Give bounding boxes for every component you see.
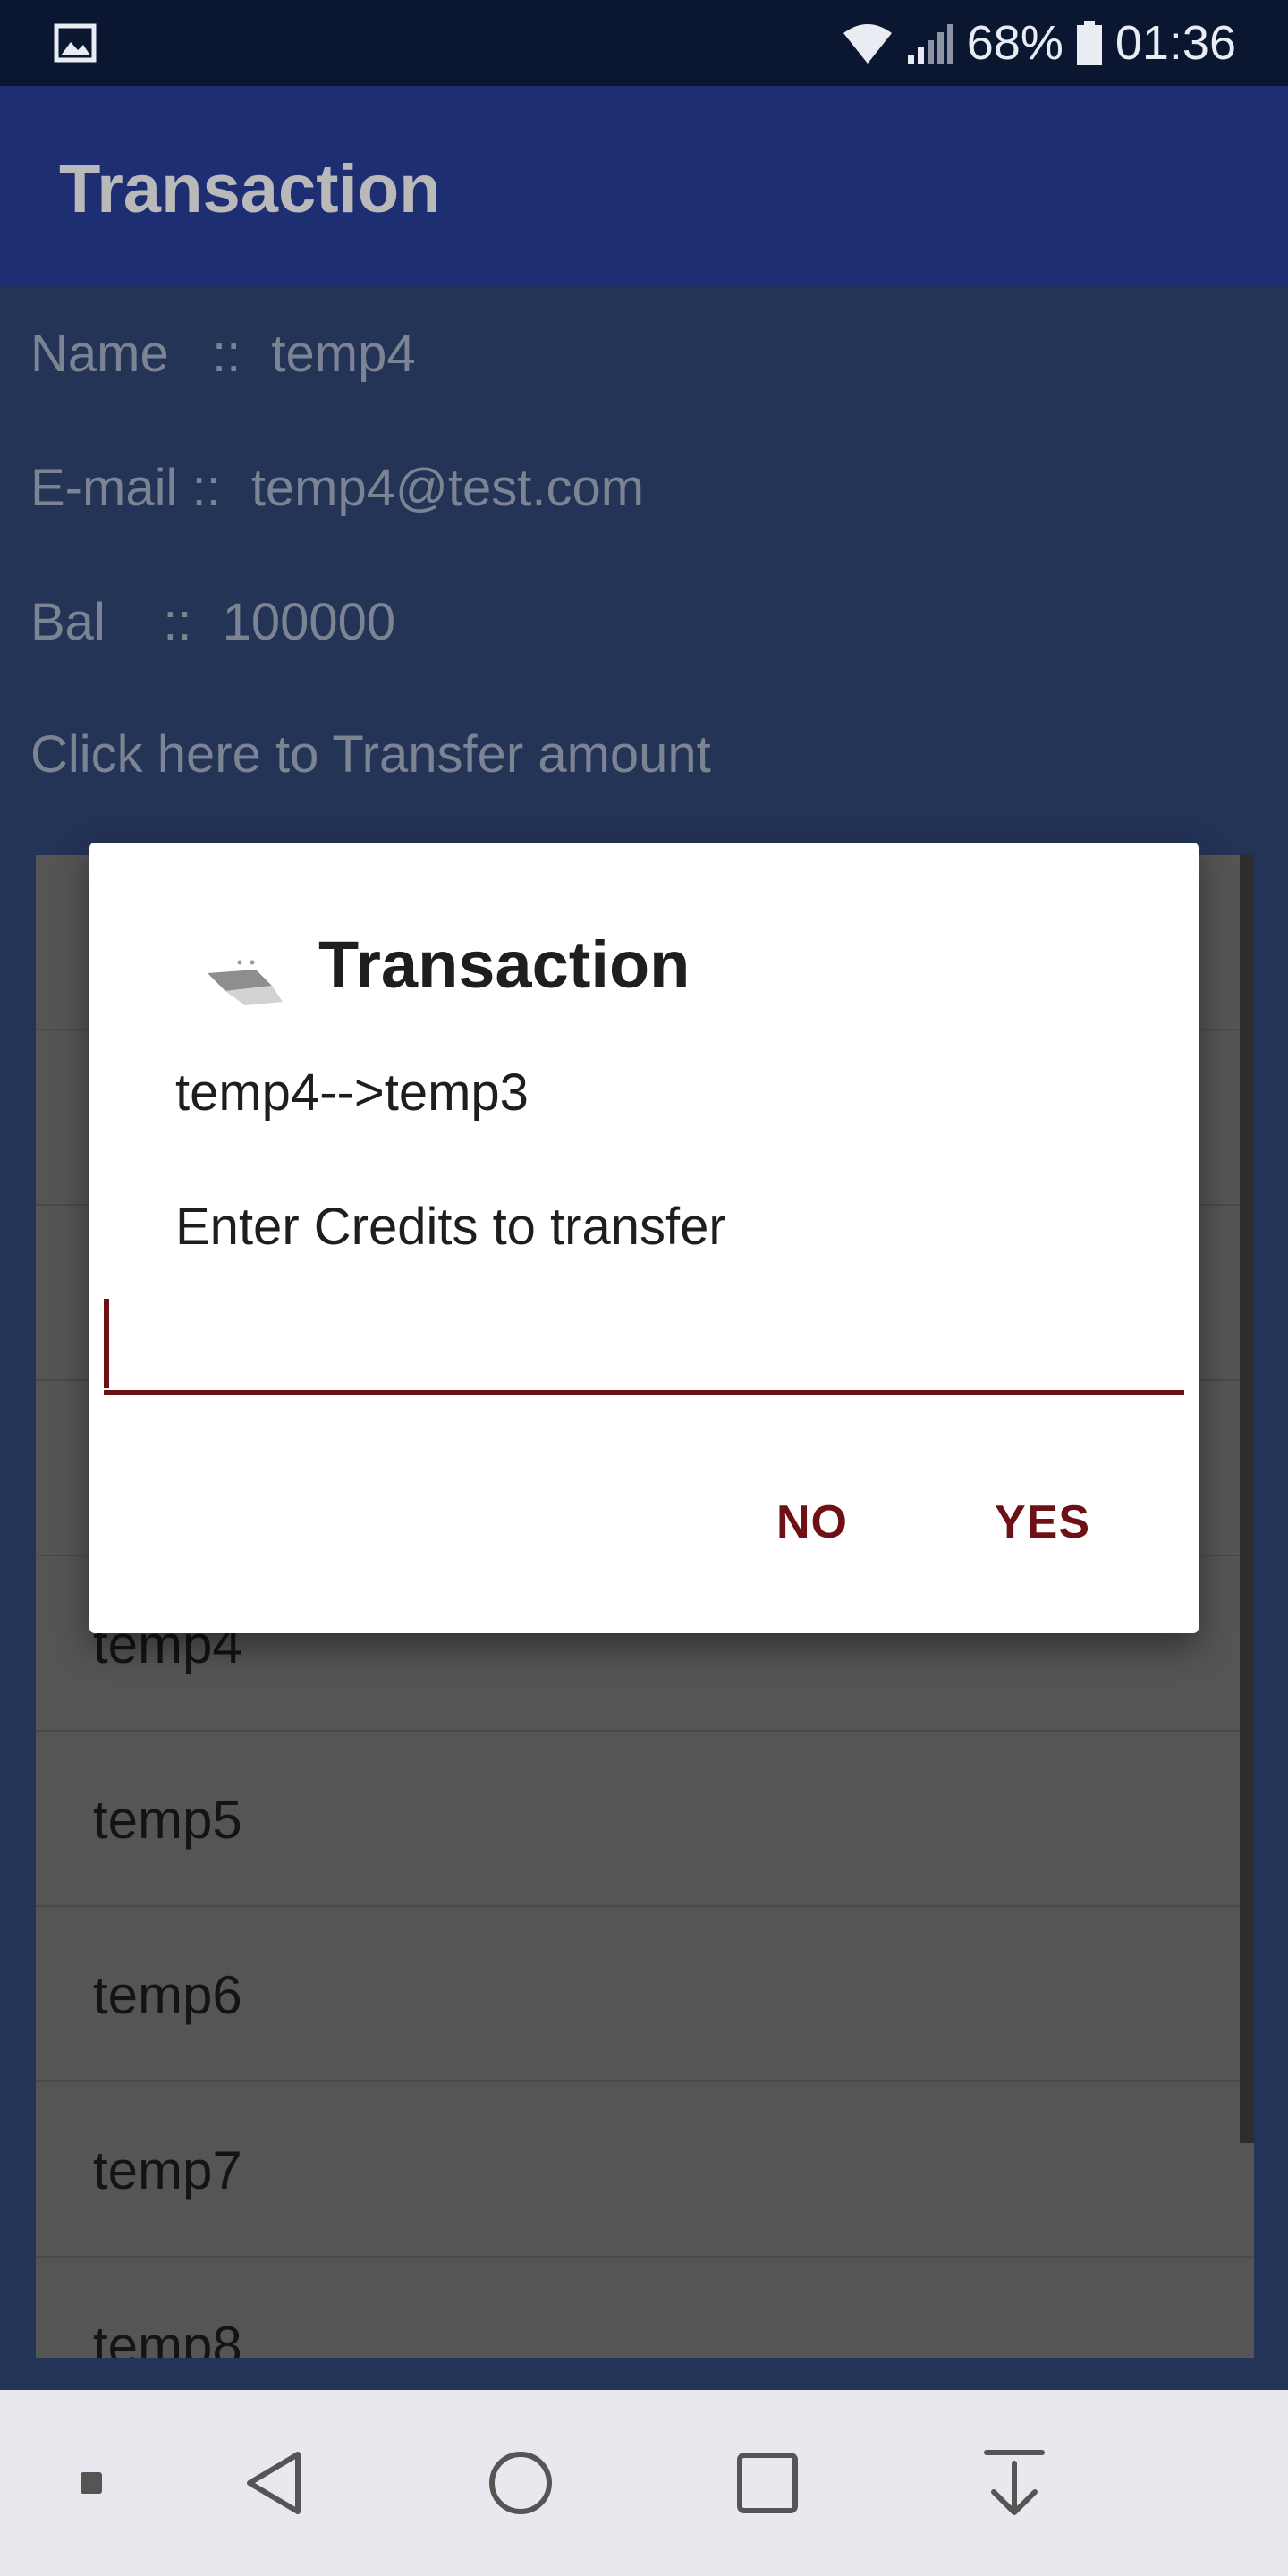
home-icon[interactable] bbox=[476, 2390, 565, 2576]
signal-icon bbox=[907, 24, 953, 64]
download-icon[interactable] bbox=[970, 2390, 1059, 2576]
dialog-instruction: Enter Credits to transfer bbox=[175, 1198, 726, 1256]
app-bar: Transaction bbox=[0, 86, 1288, 286]
list-item-label: temp7 bbox=[93, 2140, 242, 2200]
balance-value: 100000 bbox=[222, 593, 396, 651]
email-label: E-mail :: bbox=[30, 459, 221, 517]
transaction-dialog: Transaction temp4-->temp3 Enter Credits … bbox=[89, 843, 1199, 1633]
name-label: Name :: bbox=[30, 325, 242, 383]
list-item[interactable]: temp6 bbox=[36, 1907, 1254, 2082]
no-button[interactable]: NO bbox=[776, 1496, 848, 1549]
name-value: temp4 bbox=[271, 325, 416, 383]
list-item-label: temp6 bbox=[93, 1965, 242, 2025]
list-scrollbar[interactable] bbox=[1240, 855, 1254, 2143]
list-item[interactable]: temp8 bbox=[36, 2258, 1254, 2358]
dialog-title: Transaction bbox=[318, 928, 691, 1002]
status-indicators: 68% 01:36 bbox=[842, 14, 1236, 72]
battery-icon bbox=[1076, 21, 1102, 65]
transfer-link[interactable]: Click here to Transfer amount bbox=[30, 724, 711, 784]
overview-icon[interactable] bbox=[723, 2390, 812, 2576]
page-title: Transaction bbox=[59, 151, 441, 227]
clock: 01:36 bbox=[1114, 16, 1236, 70]
name-row: Name :: temp4 bbox=[30, 324, 416, 384]
navigation-bar bbox=[0, 2390, 1288, 2576]
email-value: temp4@test.com bbox=[250, 459, 645, 517]
list-item-label: temp5 bbox=[93, 1790, 242, 1850]
email-row: E-mail :: temp4@test.com bbox=[30, 458, 644, 518]
battery-percent: 68% bbox=[966, 16, 1063, 70]
back-icon[interactable] bbox=[229, 2390, 318, 2576]
yes-button[interactable]: YES bbox=[995, 1496, 1090, 1549]
gallery-notification-icon bbox=[54, 23, 97, 63]
credits-input[interactable] bbox=[104, 1292, 1184, 1395]
wifi-icon bbox=[843, 24, 892, 64]
transfer-path: temp4-->temp3 bbox=[175, 1063, 529, 1122]
list-item-label: temp8 bbox=[93, 2316, 242, 2358]
balance-label: Bal :: bbox=[30, 593, 192, 651]
status-bar: 68% 01:36 bbox=[0, 0, 1288, 86]
text-caret bbox=[104, 1299, 109, 1388]
recent-square-icon[interactable] bbox=[54, 2390, 129, 2576]
list-item[interactable]: temp7 bbox=[36, 2082, 1254, 2258]
list-item[interactable]: temp5 bbox=[36, 1732, 1254, 1907]
balance-row: Bal :: 100000 bbox=[30, 592, 395, 652]
app-icon bbox=[208, 960, 283, 1005]
